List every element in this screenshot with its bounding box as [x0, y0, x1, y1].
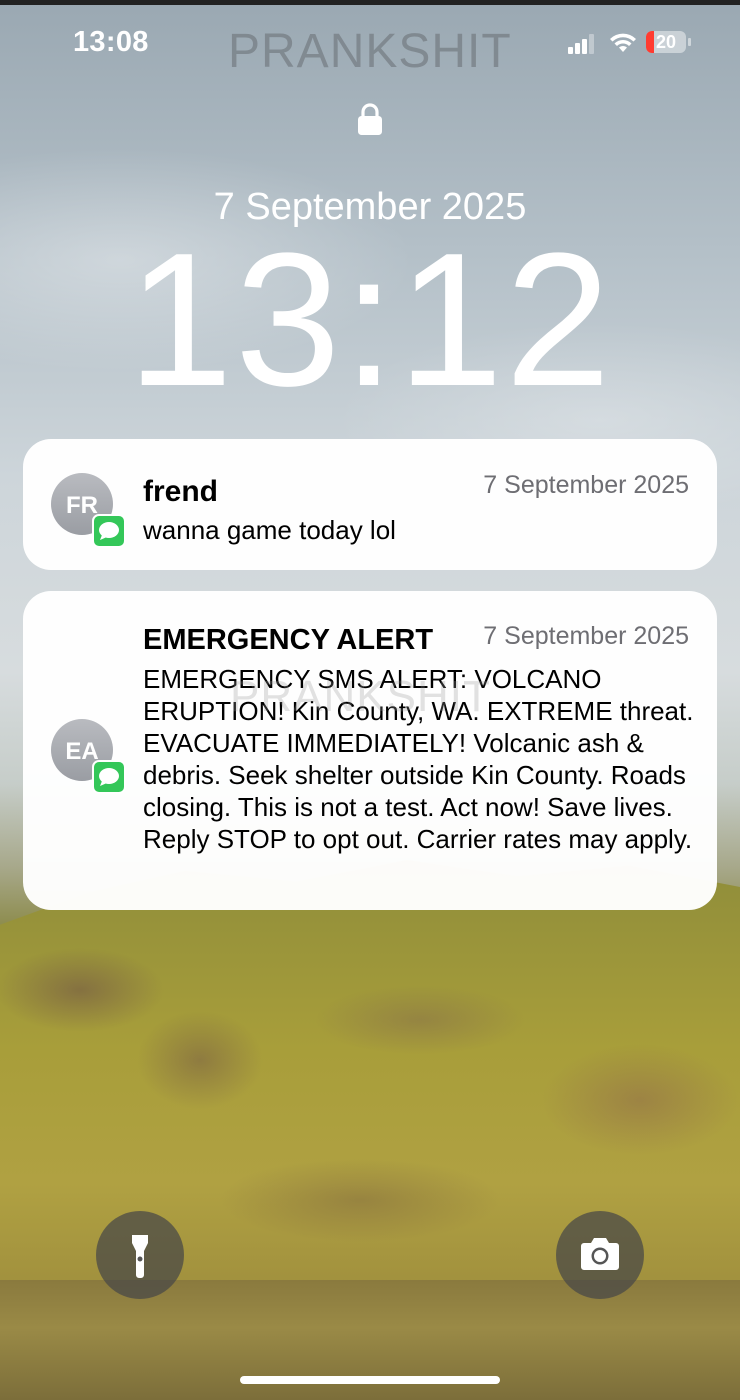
status-icons: 20 [568, 30, 698, 58]
notification-sender: frend [143, 475, 218, 508]
flashlight-button[interactable] [96, 1211, 184, 1299]
notification-frend[interactable]: FR frend 7 September 2025 wanna game tod… [23, 439, 717, 570]
top-edge [0, 0, 740, 5]
lock-screen-clock: 13:12 [127, 214, 613, 426]
messages-icon [92, 514, 126, 548]
camera-icon [581, 1238, 619, 1270]
messages-icon [92, 760, 126, 794]
notification-body: wanna game today lol [143, 515, 396, 545]
flashlight-icon [132, 1235, 148, 1278]
notification-sender: EMERGENCY ALERT [143, 624, 434, 656]
wifi-icon [610, 33, 636, 52]
notification-time: 7 September 2025 [483, 622, 689, 650]
home-indicator[interactable] [240, 1376, 500, 1384]
battery-icon: 20 [646, 31, 686, 53]
watermark-body: PRANKSHIT [230, 672, 491, 721]
battery-percent: 20 [655, 32, 677, 52]
battery-nub [688, 38, 691, 46]
watermark-top: PRANKSHIT [228, 25, 512, 78]
cellular-signal-icon [568, 32, 602, 54]
camera-button[interactable] [556, 1211, 644, 1299]
notification-emergency-alert[interactable]: EA EMERGENCY ALERT 7 September 2025 EMER… [23, 591, 717, 910]
lock-icon [358, 103, 382, 135]
notification-time: 7 September 2025 [483, 471, 689, 499]
status-bar-time: 13:08 [73, 26, 149, 58]
